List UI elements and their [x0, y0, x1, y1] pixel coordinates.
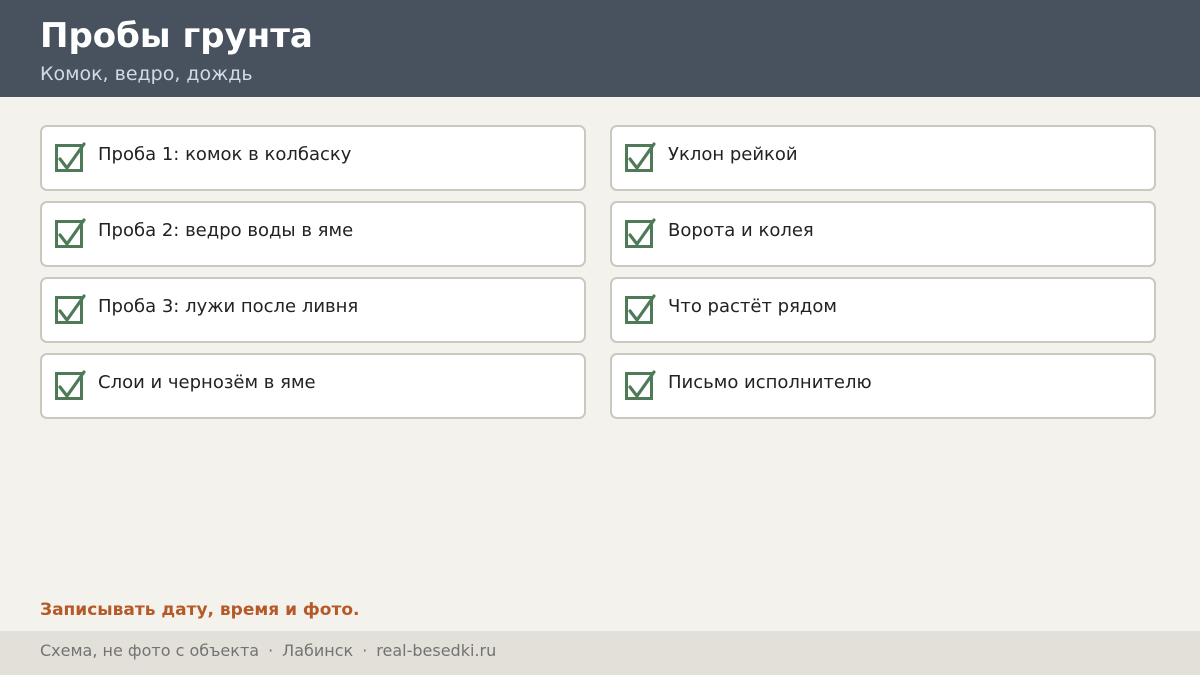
check-icon — [58, 142, 86, 170]
check-icon — [58, 294, 86, 322]
checklist-item-letter[interactable]: Письмо исполнителю — [610, 353, 1156, 419]
checklist-item-puddles[interactable]: Проба 3: лужи после ливня — [40, 277, 586, 343]
checklist-item-label: Письмо исполнителю — [668, 372, 872, 393]
check-icon — [628, 142, 656, 170]
checklist-item-gate[interactable]: Ворота и колея — [610, 201, 1156, 267]
checkbox[interactable] — [55, 370, 86, 400]
checklist-item-soil-roll[interactable]: Проба 1: комок в колбаску — [40, 125, 586, 191]
check-icon — [628, 370, 656, 398]
checklist-grid: Проба 1: комок в колбаску Уклон рейкой П… — [40, 125, 1156, 419]
checklist-item-label: Проба 2: ведро воды в яме — [98, 220, 354, 241]
page-subtitle: Комок, ведро, дождь — [40, 63, 253, 85]
check-icon — [628, 294, 656, 322]
checkbox[interactable] — [625, 218, 656, 248]
checkbox[interactable] — [55, 142, 86, 172]
reminder-note: Записывать дату, время и фото. — [40, 600, 360, 620]
checklist-item-water-bucket[interactable]: Проба 2: ведро воды в яме — [40, 201, 586, 267]
footer-line: Схема, не фото с объекта · Лабинск · real-be… — [40, 640, 496, 662]
check-icon — [628, 218, 656, 246]
checklist-item-label: Что растёт рядом — [668, 296, 837, 317]
checklist-item-plants[interactable]: Что растёт рядом — [610, 277, 1156, 343]
checklist-item-label: Слои и чернозём в яме — [98, 372, 316, 393]
footer-site-link[interactable]: real-besedki.ru — [376, 641, 496, 660]
check-icon — [58, 370, 86, 398]
header: Пробы грунта Комок, ведро, дождь — [0, 0, 1200, 97]
checkbox[interactable] — [625, 142, 656, 172]
checkbox[interactable] — [55, 218, 86, 248]
checklist-item-slope[interactable]: Уклон рейкой — [610, 125, 1156, 191]
checkbox[interactable] — [625, 370, 656, 400]
checklist-item-label: Проба 1: комок в колбаску — [98, 144, 352, 165]
page-title: Пробы грунта — [40, 16, 313, 56]
footer-separator: · — [268, 641, 274, 660]
footer-city: Лабинск — [282, 641, 354, 660]
checklist-item-label: Проба 3: лужи после ливня — [98, 296, 359, 317]
checkbox[interactable] — [55, 294, 86, 324]
checkbox[interactable] — [625, 294, 656, 324]
checklist-item-label: Уклон рейкой — [668, 144, 798, 165]
footer: Схема, не фото с объекта · Лабинск · real-be… — [0, 631, 1200, 675]
page: Пробы грунта Комок, ведро, дождь Проба 1… — [0, 0, 1200, 675]
footer-disclaimer: Схема, не фото с объекта — [40, 641, 260, 660]
checklist-item-layers[interactable]: Слои и чернозём в яме — [40, 353, 586, 419]
checklist-item-label: Ворота и колея — [668, 220, 814, 241]
check-icon — [58, 218, 86, 246]
footer-separator: · — [362, 641, 368, 660]
